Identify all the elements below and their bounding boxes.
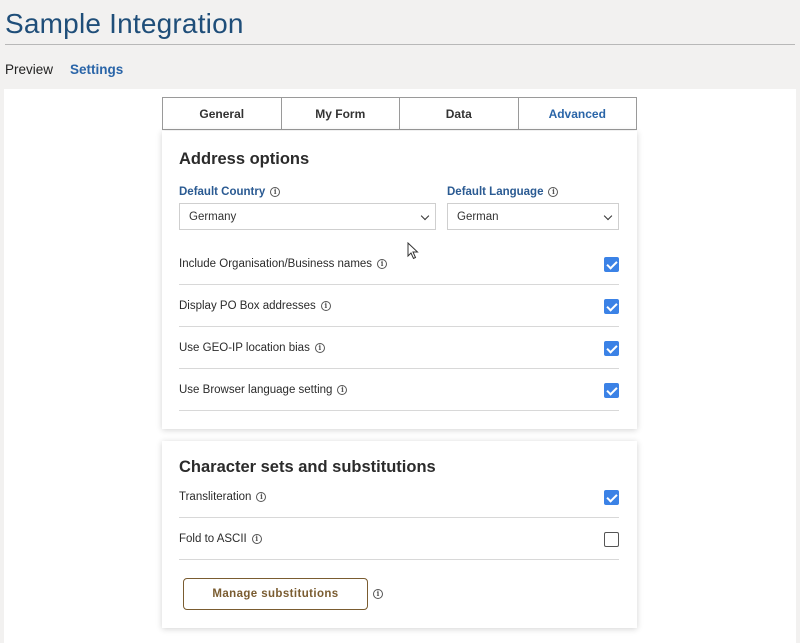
- chevron-down-icon: [420, 211, 430, 221]
- default-language-select[interactable]: German: [447, 203, 619, 230]
- top-nav: Preview Settings: [5, 62, 123, 77]
- default-country-label: Default Country i: [179, 186, 281, 198]
- info-icon[interactable]: i: [270, 187, 281, 197]
- transliteration-checkbox[interactable]: [604, 489, 619, 505]
- browser-language-checkbox[interactable]: [604, 382, 619, 398]
- default-country-select[interactable]: Germany: [179, 203, 436, 230]
- character-sets-title: Character sets and substitutions: [179, 458, 436, 476]
- default-language-label: Default Language i: [447, 186, 559, 198]
- option-row-transliteration: Transliteration i: [179, 476, 619, 518]
- address-options-title: Address options: [179, 150, 310, 168]
- info-icon[interactable]: i: [337, 384, 348, 395]
- info-icon[interactable]: i: [377, 258, 388, 269]
- character-sets-card: Character sets and substitutions Transli…: [162, 441, 637, 628]
- settings-tabs: General My Form Data Advanced: [162, 97, 637, 130]
- option-row-organisation: Include Organisation/Business names i: [179, 243, 619, 285]
- organisation-checkbox[interactable]: [604, 256, 619, 272]
- tab-advanced[interactable]: Advanced: [519, 98, 637, 129]
- fold-ascii-checkbox[interactable]: [604, 531, 619, 547]
- tab-general[interactable]: General: [163, 98, 282, 129]
- nav-preview[interactable]: Preview: [5, 62, 53, 77]
- info-icon[interactable]: i: [256, 491, 267, 502]
- option-row-geo-ip: Use GEO-IP location bias i: [179, 327, 619, 369]
- mouse-cursor-icon: [407, 242, 419, 260]
- po-box-checkbox[interactable]: [604, 298, 619, 314]
- address-options-card: Address options Default Country i German…: [162, 131, 637, 429]
- option-row-fold-ascii: Fold to ASCII i: [179, 518, 619, 560]
- geo-ip-checkbox[interactable]: [604, 340, 619, 356]
- info-icon[interactable]: i: [373, 589, 383, 599]
- option-row-browser-language: Use Browser language setting i: [179, 369, 619, 411]
- tab-data[interactable]: Data: [400, 98, 519, 129]
- option-row-po-box: Display PO Box addresses i: [179, 285, 619, 327]
- info-icon[interactable]: i: [251, 533, 262, 544]
- title-divider: [5, 44, 795, 45]
- page-title: Sample Integration: [5, 8, 244, 39]
- info-icon[interactable]: i: [548, 187, 559, 197]
- info-icon[interactable]: i: [314, 342, 325, 353]
- chevron-down-icon: [603, 211, 613, 221]
- tab-my-form[interactable]: My Form: [282, 98, 400, 129]
- manage-substitutions-button[interactable]: Manage substitutions: [183, 578, 368, 610]
- info-icon[interactable]: i: [320, 300, 331, 311]
- nav-settings[interactable]: Settings: [70, 62, 123, 77]
